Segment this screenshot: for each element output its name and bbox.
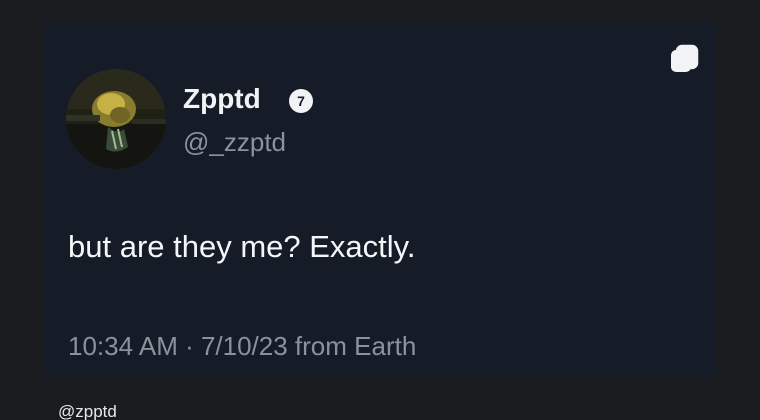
tweet-card: Zpptd 7 @_zzptd but are they me? Exactly… <box>44 22 716 378</box>
tweet-text: but are they me? Exactly. <box>68 229 416 264</box>
verified-badge-icon: 7 <box>289 89 313 113</box>
tweet-timestamp: 10:34 AM · 7/10/23 from Earth <box>68 331 417 361</box>
username-handle[interactable]: @_zzptd <box>183 126 286 158</box>
verified-badge-glyph: 7 <box>297 93 305 109</box>
copy-icon[interactable] <box>668 44 700 76</box>
avatar[interactable] <box>66 69 166 169</box>
display-name[interactable]: Zpptd <box>183 82 261 116</box>
footer-handle: @zpptd <box>58 402 117 420</box>
